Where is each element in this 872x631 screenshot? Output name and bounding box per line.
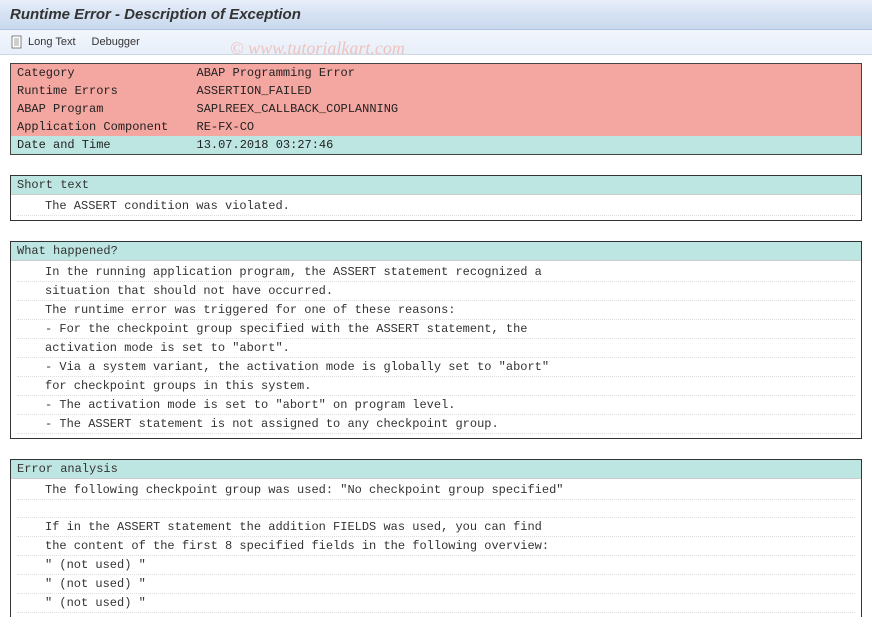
text-line: " (not used) " bbox=[17, 556, 855, 575]
page-title: Runtime Error - Description of Exception bbox=[10, 6, 862, 23]
text-line: In the running application program, the … bbox=[17, 263, 855, 282]
what-happened-section: What happened? In the running applicatio… bbox=[10, 241, 862, 439]
info-label: Runtime Errors bbox=[11, 82, 191, 100]
table-row: ABAP Program SAPLREEX_CALLBACK_COPLANNIN… bbox=[11, 100, 862, 118]
text-line: the content of the first 8 specified fie… bbox=[17, 537, 855, 556]
text-line: - For the checkpoint group specified wit… bbox=[17, 320, 855, 339]
text-line: situation that should not have occurred. bbox=[17, 282, 855, 301]
info-label: ABAP Program bbox=[11, 100, 191, 118]
table-row: Category ABAP Programming Error bbox=[11, 64, 862, 83]
info-label: Application Component bbox=[11, 118, 191, 136]
long-text-button[interactable]: Long Text bbox=[10, 35, 76, 49]
text-line: If in the ASSERT statement the addition … bbox=[17, 518, 855, 537]
text-line: " (not used) " bbox=[17, 575, 855, 594]
section-header: What happened? bbox=[11, 242, 861, 261]
table-row: Application Component RE-FX-CO bbox=[11, 118, 862, 136]
text-line: The runtime error was triggered for one … bbox=[17, 301, 855, 320]
text-line: activation mode is set to "abort". bbox=[17, 339, 855, 358]
title-bar: Runtime Error - Description of Exception bbox=[0, 0, 872, 30]
debugger-label: Debugger bbox=[92, 36, 140, 48]
error-analysis-section: Error analysis The following checkpoint … bbox=[10, 459, 862, 617]
text-line: for checkpoint groups in this system. bbox=[17, 377, 855, 396]
section-body: The ASSERT condition was violated. bbox=[11, 195, 861, 220]
content-area: Category ABAP Programming Error Runtime … bbox=[0, 55, 872, 631]
section-body: The following checkpoint group was used:… bbox=[11, 479, 861, 617]
text-line: - The ASSERT statement is not assigned t… bbox=[17, 415, 855, 434]
text-line: " (not used) " bbox=[17, 594, 855, 613]
section-body: In the running application program, the … bbox=[11, 261, 861, 438]
document-icon bbox=[10, 35, 24, 49]
info-value: ABAP Programming Error bbox=[191, 64, 862, 83]
text-line: The ASSERT condition was violated. bbox=[17, 197, 855, 216]
error-info-table: Category ABAP Programming Error Runtime … bbox=[10, 63, 862, 155]
long-text-label: Long Text bbox=[28, 36, 76, 48]
section-header: Short text bbox=[11, 176, 861, 195]
info-value: ASSERTION_FAILED bbox=[191, 82, 862, 100]
table-row: Date and Time 13.07.2018 03:27:46 bbox=[11, 136, 862, 155]
info-label: Date and Time bbox=[11, 136, 191, 155]
table-row: Runtime Errors ASSERTION_FAILED bbox=[11, 82, 862, 100]
text-line bbox=[17, 500, 855, 518]
info-value: 13.07.2018 03:27:46 bbox=[191, 136, 862, 155]
text-line: - The activation mode is set to "abort" … bbox=[17, 396, 855, 415]
short-text-section: Short text The ASSERT condition was viol… bbox=[10, 175, 862, 221]
section-header: Error analysis bbox=[11, 460, 861, 479]
text-line: - Via a system variant, the activation m… bbox=[17, 358, 855, 377]
info-label: Category bbox=[11, 64, 191, 83]
debugger-button[interactable]: Debugger bbox=[92, 36, 140, 48]
text-line: The following checkpoint group was used:… bbox=[17, 481, 855, 500]
info-value: SAPLREEX_CALLBACK_COPLANNING bbox=[191, 100, 862, 118]
info-value: RE-FX-CO bbox=[191, 118, 862, 136]
toolbar: Long Text Debugger bbox=[0, 30, 872, 55]
